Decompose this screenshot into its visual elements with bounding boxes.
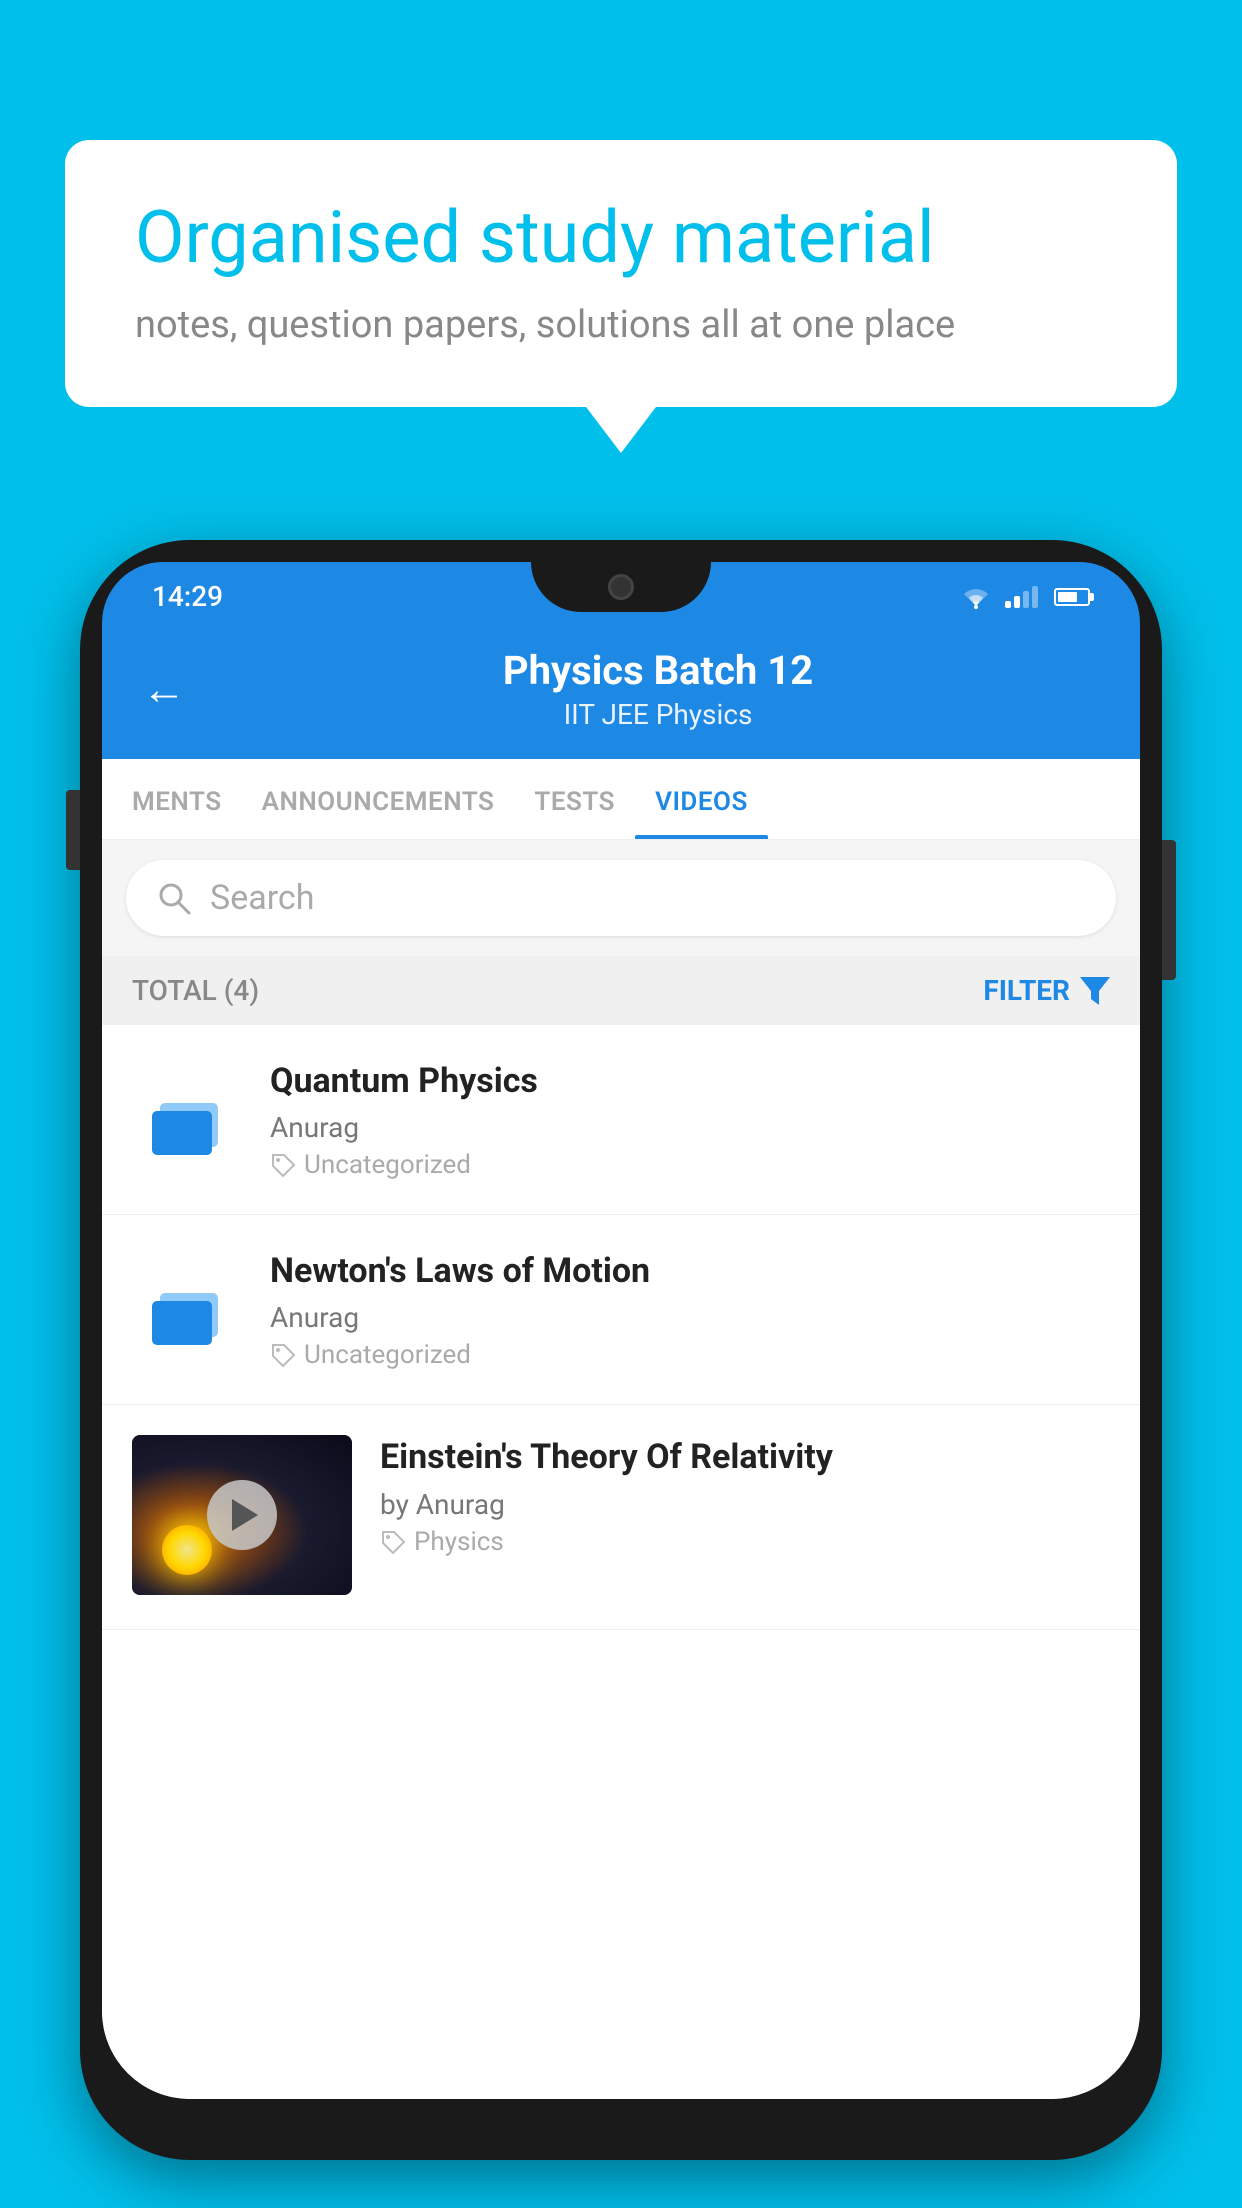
app-header: ← Physics Batch 12 IIT JEE Physics (102, 623, 1140, 759)
back-button[interactable]: ← (142, 663, 186, 715)
video-info-quantum: Quantum Physics Anurag Uncategorized (270, 1059, 1110, 1180)
tab-announcements[interactable]: ANNOUNCEMENTS (242, 759, 515, 839)
video-title: Einstein's Theory Of Relativity (380, 1435, 1110, 1479)
phone-side-button-right (1162, 840, 1176, 980)
tab-videos[interactable]: VIDEOS (635, 759, 768, 839)
bubble-title: Organised study material (135, 195, 1107, 281)
tabs-bar: MENTS ANNOUNCEMENTS TESTS VIDEOS (102, 759, 1140, 840)
list-item[interactable]: Newton's Laws of Motion Anurag Uncategor… (102, 1215, 1140, 1405)
search-container: Search (102, 840, 1140, 956)
header-title-block: Physics Batch 12 IIT JEE Physics (216, 647, 1100, 731)
video-title: Newton's Laws of Motion (270, 1249, 1110, 1293)
phone-camera (608, 574, 634, 600)
status-bar: 14:29 (102, 562, 1140, 623)
status-icons (959, 584, 1090, 610)
total-count-label: TOTAL (4) (132, 974, 259, 1007)
tag-label: Physics (414, 1527, 504, 1557)
video-info-einstein: Einstein's Theory Of Relativity by Anura… (380, 1435, 1110, 1556)
tag-icon (270, 1152, 296, 1178)
video-tag: Uncategorized (270, 1340, 1110, 1370)
phone-outer: 14:29 (80, 540, 1162, 2160)
tag-label: Uncategorized (304, 1150, 471, 1180)
battery-icon (1054, 588, 1090, 606)
status-time: 14:29 (152, 580, 223, 613)
phone-screen: ← Physics Batch 12 IIT JEE Physics MENTS… (102, 623, 1140, 2099)
list-item[interactable]: Einstein's Theory Of Relativity by Anura… (102, 1405, 1140, 1630)
video-tag: Uncategorized (270, 1150, 1110, 1180)
video-title: Quantum Physics (270, 1059, 1110, 1103)
video-thumbnail-einstein (132, 1435, 352, 1595)
search-input[interactable]: Search (210, 878, 314, 918)
speech-bubble-container: Organised study material notes, question… (65, 140, 1177, 407)
filter-icon (1080, 977, 1110, 1005)
tag-icon (380, 1529, 406, 1555)
search-icon (156, 880, 192, 916)
phone-side-button-left (66, 790, 80, 870)
header-subtitle: IIT JEE Physics (216, 698, 1100, 731)
video-tag: Physics (380, 1527, 1110, 1557)
play-triangle-icon (232, 1499, 258, 1531)
video-list: Quantum Physics Anurag Uncategorized (102, 1025, 1140, 2099)
folder-icon-quantum (132, 1065, 242, 1175)
list-item[interactable]: Quantum Physics Anurag Uncategorized (102, 1025, 1140, 1215)
folder-icon (142, 1265, 232, 1355)
tab-tests[interactable]: TESTS (514, 759, 635, 839)
video-author: Anurag (270, 1301, 1110, 1334)
phone-notch (531, 562, 711, 612)
filter-bar: TOTAL (4) FILTER (102, 956, 1140, 1025)
play-button[interactable] (207, 1480, 277, 1550)
filter-label: FILTER (983, 974, 1070, 1007)
speech-bubble: Organised study material notes, question… (65, 140, 1177, 407)
header-title: Physics Batch 12 (216, 647, 1100, 694)
video-author: by Anurag (380, 1488, 1110, 1521)
bubble-subtitle: notes, question papers, solutions all at… (135, 303, 1107, 347)
video-author: Anurag (270, 1111, 1110, 1144)
video-info-newton: Newton's Laws of Motion Anurag Uncategor… (270, 1249, 1110, 1370)
tag-label: Uncategorized (304, 1340, 471, 1370)
phone-wrapper: 14:29 (80, 540, 1162, 2208)
folder-icon (142, 1075, 232, 1165)
folder-icon-newton (132, 1255, 242, 1365)
search-input-wrapper[interactable]: Search (126, 860, 1116, 936)
signal-bars-icon (1005, 586, 1038, 608)
filter-button[interactable]: FILTER (983, 974, 1110, 1007)
tab-ments[interactable]: MENTS (112, 759, 242, 839)
tag-icon (270, 1342, 296, 1368)
wifi-icon (959, 584, 993, 610)
